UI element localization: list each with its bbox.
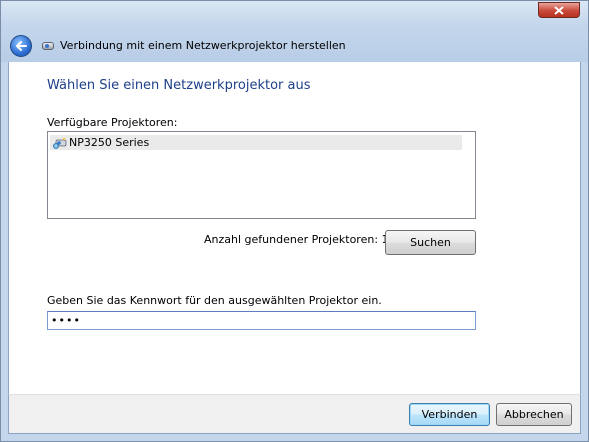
- close-icon: [554, 5, 564, 15]
- back-arrow-icon: [16, 41, 27, 51]
- connect-button[interactable]: Verbinden: [409, 403, 490, 426]
- window-title: Verbindung mit einem Netzwerkprojektor h…: [60, 39, 346, 52]
- password-label: Geben Sie das Kennwort für den ausgewähl…: [47, 294, 382, 307]
- button-bar: Verbinden Abbrechen: [8, 394, 581, 434]
- cancel-button[interactable]: Abbrechen: [496, 403, 572, 426]
- network-projector-icon: [53, 137, 67, 149]
- dialog-window: Verbindung mit einem Netzwerkprojektor h…: [0, 0, 589, 442]
- projector-name: NP3250 Series: [69, 136, 150, 149]
- password-field[interactable]: [47, 311, 476, 330]
- frame-left: [0, 62, 8, 434]
- frame-right: [581, 62, 589, 434]
- title-bar: Verbindung mit einem Netzwerkprojektor h…: [0, 0, 589, 62]
- found-count-text: Anzahl gefundener Projektoren: 1: [204, 233, 389, 246]
- close-button[interactable]: [538, 2, 580, 18]
- projector-list[interactable]: NP3250 Series: [47, 131, 476, 219]
- list-item-projector[interactable]: NP3250 Series: [50, 135, 462, 150]
- dialog-content: Wählen Sie einen Netzwerkprojektor aus V…: [8, 62, 581, 394]
- search-button[interactable]: Suchen: [385, 230, 476, 255]
- page-heading: Wählen Sie einen Netzwerkprojektor aus: [47, 78, 311, 93]
- available-projectors-label: Verfügbare Projektoren:: [47, 116, 178, 129]
- back-button[interactable]: [10, 35, 32, 57]
- projector-title-icon: [42, 42, 54, 50]
- frame-bottom: [0, 434, 589, 442]
